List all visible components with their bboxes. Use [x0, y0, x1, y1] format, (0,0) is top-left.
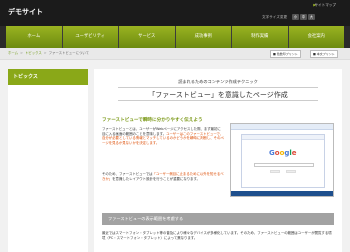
paragraph-3: 最近ではスマートフォン・タブレット等の普及により様々なデバイスが多様化しています…	[102, 231, 332, 240]
section2-heading: ファーストビューの表示範囲を考慮する	[102, 213, 334, 225]
nav-item-cases[interactable]: 成功事例	[175, 26, 232, 48]
nav-item-usability[interactable]: ユーザビリティ	[62, 26, 119, 48]
thumbnail-titlebar	[231, 124, 333, 130]
nav-item-company[interactable]: 会社案内	[288, 26, 344, 48]
nav-item-home[interactable]: ホーム	[6, 26, 63, 48]
breadcrumb-home[interactable]: ホーム	[8, 51, 18, 55]
main-content: 読まれるためのコンテンツ作成テクニック 「ファーストビュー」を意識したページ作成…	[94, 69, 342, 252]
nav-item-works[interactable]: 制作実績	[232, 26, 289, 48]
paragraph-2-text: そのため、ファーストビューでは	[102, 172, 153, 176]
screenshot-thumbnail: Google	[230, 123, 334, 197]
breadcrumb-separator: >	[20, 51, 23, 55]
breadcrumb-topics[interactable]: トピックス	[25, 51, 42, 55]
sitemap-link[interactable]: サイトマップ	[314, 3, 336, 8]
thumbnail-button	[270, 170, 280, 173]
breadcrumb: ホーム > トピックス > ファーストビューについて	[8, 51, 89, 56]
google-logo-icon: Google	[269, 149, 297, 157]
text-print-button[interactable]: ■ 本文プリント	[310, 50, 338, 58]
paragraph-2-text-end: を意識したレイアウト設計を行うことが重要になります。	[112, 176, 200, 181]
fontsize-medium-button[interactable]: 中	[300, 14, 307, 20]
top-header: デモサイト ▶ サイトマップ 文字サイズ変更 小 中 大	[0, 0, 350, 26]
paragraph-1: ファーストビューとは、ユーザーがWebページにアクセスした際、まず最初に目に入る…	[102, 127, 224, 145]
fontsize-small-button[interactable]: 小	[292, 14, 299, 20]
thumbnail-browser-chrome	[242, 135, 324, 140]
thumbnail-taskbar	[231, 191, 333, 196]
global-nav: ホーム ユーザビリティ サービス 成功事例 制作実績 会社案内	[0, 26, 350, 48]
page-title: 「ファーストビュー」を意識したページ作成	[118, 87, 318, 101]
breadcrumb-separator: >	[43, 51, 47, 55]
sidebar: トピックス	[8, 69, 88, 252]
thumbnail-browser: Google	[241, 134, 325, 188]
breadcrumb-bar: ホーム > トピックス > ファーストビューについて ■ 色数印プリント ■ 本文プリン…	[0, 48, 350, 60]
paragraph-2: そのため、ファーストビューでは「ユーザー側目に止まるために以外を知せるべきか」を…	[102, 172, 224, 181]
fontsize-large-button[interactable]: 大	[308, 14, 315, 20]
site-title[interactable]: デモサイト	[8, 8, 43, 17]
section1-heading: ファーストビューで瞬時に分かりやすく伝えよう	[102, 118, 203, 123]
lead-subtitle: 読まれるためのコンテンツ作成テクニック	[178, 79, 258, 84]
breadcrumb-current: ファーストビューについて	[48, 51, 90, 55]
thumbnail-button	[286, 170, 296, 173]
nav-item-service[interactable]: サービス	[119, 26, 176, 48]
color-print-button[interactable]: ■ 色数印プリント	[270, 50, 301, 58]
fontsize-label: 文字サイズ変更	[262, 15, 288, 19]
sidebar-heading: トピックス	[8, 69, 88, 85]
thumbnail-search-box	[254, 163, 314, 167]
content-area: トピックス 読まれるためのコンテンツ作成テクニック 「ファーストビュー」を意識し…	[0, 60, 350, 252]
